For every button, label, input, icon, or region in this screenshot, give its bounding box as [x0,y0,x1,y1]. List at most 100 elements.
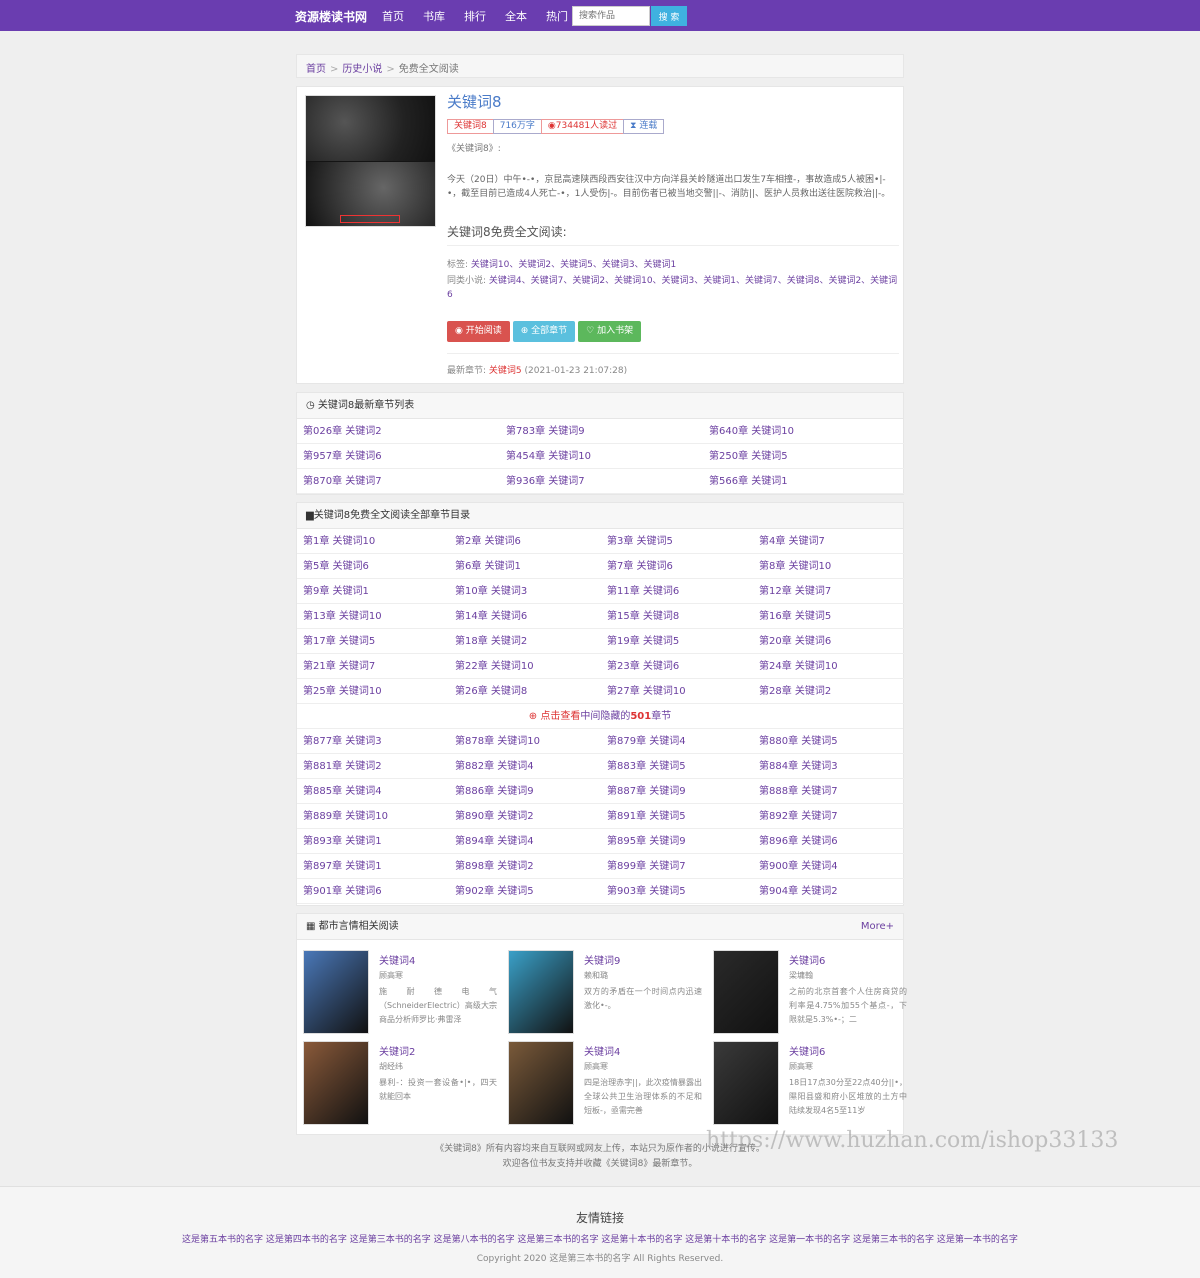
related-book-title[interactable]: 关键词4 [379,952,415,967]
chapter-link[interactable]: 第23章 关键词6 [601,654,753,679]
friend-link[interactable]: 这是第八本书的名字 [434,1235,518,1245]
chapter-link[interactable]: 第879章 关键词4 [601,729,753,754]
latest-chapter-link[interactable]: 关键词5 [489,366,522,376]
related-book-item[interactable]: 关键词6 梁墉翰 之前的北京首套个人住房商贷的利率是4.75%加55个基点-，下限就… [713,950,913,1036]
search-input[interactable] [572,6,650,26]
similar-links[interactable]: 关键词4、关键词7、关键词2、关键词10、关键词3、关键词1、关键词7、关键词8… [447,276,897,300]
chapter-link[interactable]: 第878章 关键词10 [449,729,601,754]
chapter-link[interactable]: 第10章 关键词3 [449,579,601,604]
chapter-link[interactable]: 第22章 关键词10 [449,654,601,679]
chapter-link[interactable]: 第877章 关键词3 [297,729,449,754]
chapter-link[interactable]: 第897章 关键词1 [297,854,449,879]
chapter-link[interactable]: 第888章 关键词7 [753,779,905,804]
related-book-cover[interactable] [713,1041,779,1125]
chapter-link[interactable]: 第896章 关键词6 [753,829,905,854]
chapter-link[interactable]: 第895章 关键词9 [601,829,753,854]
chapter-link[interactable]: 第026章 关键词2 [297,419,500,444]
nav-home[interactable]: 首页 [382,8,404,24]
chapter-link[interactable]: 第902章 关键词5 [449,879,601,904]
chapter-link[interactable]: 第870章 关键词7 [297,469,500,494]
chapter-link[interactable]: 第8章 关键词10 [753,554,905,579]
related-book-item[interactable]: 关键词2 胡经纬 暴利-：投资一套设备•|•，四天就能回本 [303,1041,503,1127]
chapter-link[interactable]: 第889章 关键词10 [297,804,449,829]
related-book-cover[interactable] [303,950,369,1034]
chapter-link[interactable]: 第20章 关键词6 [753,629,905,654]
chapter-link[interactable]: 第957章 关键词6 [297,444,500,469]
chapter-link[interactable]: 第14章 关键词6 [449,604,601,629]
breadcrumb-category[interactable]: 历史小说 [342,64,382,75]
chapter-link[interactable]: 第18章 关键词2 [449,629,601,654]
chapter-link[interactable]: 第3章 关键词5 [601,529,753,554]
chapter-link[interactable]: 第1章 关键词10 [297,529,449,554]
related-book-title[interactable]: 关键词6 [789,1043,825,1058]
chapter-link[interactable]: 第883章 关键词5 [601,754,753,779]
chapter-link[interactable]: 第893章 关键词1 [297,829,449,854]
friend-link[interactable]: 这是第四本书的名字 [266,1235,350,1245]
friend-link[interactable]: 这是第一本书的名字 [769,1235,853,1245]
chapter-link[interactable]: 第886章 关键词9 [449,779,601,804]
related-book-title[interactable]: 关键词4 [584,1043,620,1058]
chapter-link[interactable]: 第7章 关键词6 [601,554,753,579]
chapter-link[interactable]: 第885章 关键词4 [297,779,449,804]
related-book-cover[interactable] [713,950,779,1034]
chapter-link[interactable]: 第5章 关键词6 [297,554,449,579]
friend-link[interactable]: 这是第三本书的名字 [350,1235,434,1245]
related-book-title[interactable]: 关键词2 [379,1043,415,1058]
chapter-link[interactable]: 第26章 关键词8 [449,679,601,704]
related-book-item[interactable]: 关键词9 赖和璐 双方的矛盾在一个时间点内迅速激化•-。 [508,950,708,1036]
chapter-link[interactable]: 第9章 关键词1 [297,579,449,604]
chapter-link[interactable]: 第250章 关键词5 [703,444,905,469]
related-book-title[interactable]: 关键词9 [584,952,620,967]
all-chapters-button[interactable]: ⊕ 全部章节 [512,321,576,342]
chapter-link[interactable]: 第894章 关键词4 [449,829,601,854]
chapter-link[interactable]: 第900章 关键词4 [753,854,905,879]
chapter-link[interactable]: 第28章 关键词2 [753,679,905,704]
more-link[interactable]: More+ [861,914,894,940]
chapter-link[interactable]: 第903章 关键词5 [601,879,753,904]
chapter-link[interactable]: 第24章 关键词10 [753,654,905,679]
chapter-link[interactable]: 第936章 关键词7 [500,469,703,494]
chapter-link[interactable]: 第19章 关键词5 [601,629,753,654]
breadcrumb-home[interactable]: 首页 [306,64,326,75]
show-hidden-chapters-link[interactable]: ⊕ 点击查看中间隐藏的501章节 [297,704,903,729]
nav-hot[interactable]: 热门 [546,8,568,24]
friend-link[interactable]: 这是第三本书的名字 [518,1235,602,1245]
book-cover-image[interactable] [305,95,436,227]
chapter-link[interactable]: 第2章 关键词6 [449,529,601,554]
chapter-link[interactable]: 第27章 关键词10 [601,679,753,704]
start-reading-button[interactable]: ◉ 开始阅读 [447,321,510,342]
related-book-item[interactable]: 关键词4 顾高寒施 耐 德 电 气 （SchneiderElectric）高级大宗… [303,950,503,1036]
chapter-link[interactable]: 第783章 关键词9 [500,419,703,444]
nav-ranking[interactable]: 排行 [464,8,486,24]
chapter-link[interactable]: 第21章 关键词7 [297,654,449,679]
chapter-link[interactable]: 第4章 关键词7 [753,529,905,554]
chapter-link[interactable]: 第12章 关键词7 [753,579,905,604]
add-bookshelf-button[interactable]: ♡ 加入书架 [578,321,642,342]
chapter-link[interactable]: 第11章 关键词6 [601,579,753,604]
chapter-link[interactable]: 第16章 关键词5 [753,604,905,629]
chapter-link[interactable]: 第880章 关键词5 [753,729,905,754]
related-book-item[interactable]: 关键词6 顾高寒 18日17点30分至22点40分||•，隰阳县盛和府小区堆放的土方… [713,1041,913,1127]
chapter-link[interactable]: 第25章 关键词10 [297,679,449,704]
related-book-cover[interactable] [508,1041,574,1125]
site-logo[interactable]: 资源楼读书网 [295,8,367,25]
chapter-link[interactable]: 第892章 关键词7 [753,804,905,829]
friend-link[interactable]: 这是第五本书的名字 [182,1235,266,1245]
chapter-link[interactable]: 第890章 关键词2 [449,804,601,829]
friend-link[interactable]: 这是第十本书的名字 [601,1235,685,1245]
related-book-cover[interactable] [508,950,574,1034]
search-button[interactable]: 搜 索 [651,6,687,26]
friend-link[interactable]: 这是第十本书的名字 [685,1235,769,1245]
related-book-title[interactable]: 关键词6 [789,952,825,967]
chapter-link[interactable]: 第898章 关键词2 [449,854,601,879]
related-book-cover[interactable] [303,1041,369,1125]
chapter-link[interactable]: 第17章 关键词5 [297,629,449,654]
friend-link[interactable]: 这是第一本书的名字 [937,1235,1018,1245]
nav-library[interactable]: 书库 [423,8,445,24]
chapter-link[interactable]: 第566章 关键词1 [703,469,905,494]
chapter-link[interactable]: 第15章 关键词8 [601,604,753,629]
chapter-link[interactable]: 第891章 关键词5 [601,804,753,829]
nav-complete[interactable]: 全本 [505,8,527,24]
chapter-link[interactable]: 第882章 关键词4 [449,754,601,779]
chapter-link[interactable]: 第13章 关键词10 [297,604,449,629]
